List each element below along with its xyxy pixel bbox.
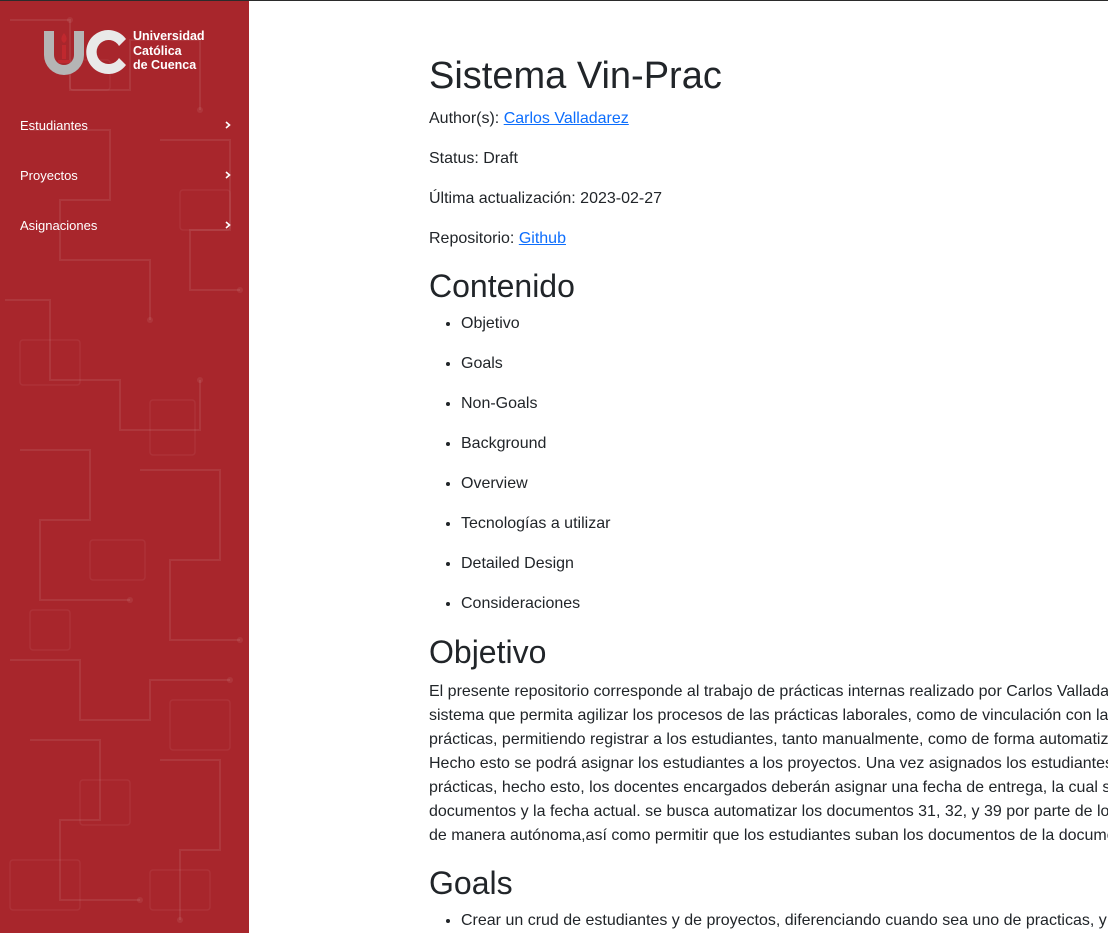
toc-item: Tecnologías a utilizar (461, 514, 610, 554)
toc-item: Objetivo (461, 314, 610, 354)
goals-list: Crear un crud de estudiantes y de proyec… (429, 911, 1107, 931)
logo-line-1: Universidad (133, 29, 205, 43)
toc-item: Goals (461, 354, 610, 394)
chevron-right-icon (225, 121, 231, 129)
objective-line: sistema que permita agilizar los proceso… (429, 707, 1108, 724)
toc-item: Non-Goals (461, 394, 610, 434)
objective-heading: Objetivo (429, 634, 547, 670)
objective-line: de manera autónoma,así como permitir que… (429, 827, 1108, 844)
repository-label: Repositorio: (429, 230, 519, 247)
toc-item: Background (461, 434, 610, 474)
table-of-contents: Objetivo Goals Non-Goals Background Over… (429, 314, 610, 634)
objective-line: prácticas, permitiendo registrar a los e… (429, 731, 1108, 748)
logo-line-2: Católica (133, 43, 182, 58)
uc-logo-mark-icon (44, 30, 126, 75)
top-border (0, 0, 1108, 1)
objective-line: El presente repositorio corresponde al t… (429, 683, 1108, 700)
chevron-right-icon (225, 171, 231, 179)
sidebar-item-label: Asignaciones (20, 217, 98, 233)
last-updated-line: Última actualización: 2023-02-27 (429, 190, 663, 207)
objective-line: documentos y la fecha actual. se busca a… (429, 803, 1108, 820)
repository-line: Repositorio: Github (429, 229, 566, 249)
sidebar: Universidad Católica de Cuenca Estudiant… (0, 0, 249, 933)
document-content: Sistema Vin-Prac Author(s): Carlos Valla… (429, 0, 1108, 933)
logo-line-3: de Cuenca (133, 58, 197, 72)
author-link[interactable]: Carlos Valladarez (504, 110, 629, 127)
toc-item: Overview (461, 474, 610, 514)
chevron-right-icon (225, 221, 231, 229)
sidebar-item-asignaciones[interactable]: Asignaciones (0, 200, 249, 250)
objective-paragraph: El presente repositorio corresponde al t… (429, 680, 1108, 848)
university-name: Universidad Católica de Cuenca (133, 29, 205, 73)
goals-heading: Goals (429, 865, 513, 901)
sidebar-item-label: Estudiantes (20, 117, 88, 133)
toc-item: Consideraciones (461, 594, 610, 634)
sidebar-item-estudiantes[interactable]: Estudiantes (0, 100, 249, 150)
goal-item: Crear un crud de estudiantes y de proyec… (461, 911, 1107, 931)
github-link[interactable]: Github (519, 230, 566, 247)
page-title: Sistema Vin-Prac (429, 55, 722, 97)
objective-line: Hecho esto se podrá asignar los estudian… (429, 755, 1108, 772)
toc-item: Detailed Design (461, 554, 610, 594)
sidebar-item-proyectos[interactable]: Proyectos (0, 150, 249, 200)
sidebar-item-label: Proyectos (20, 167, 78, 183)
authors-label: Author(s): (429, 110, 504, 127)
authors-line: Author(s): Carlos Valladarez (429, 109, 629, 129)
sidebar-nav: Estudiantes Proyectos Asignaciones (0, 100, 249, 250)
objective-line: prácticas, hecho esto, los docentes enca… (429, 779, 1108, 796)
contents-heading: Contenido (429, 268, 575, 304)
status-line: Status: Draft (429, 150, 518, 167)
university-logo[interactable]: Universidad Católica de Cuenca (42, 27, 212, 79)
